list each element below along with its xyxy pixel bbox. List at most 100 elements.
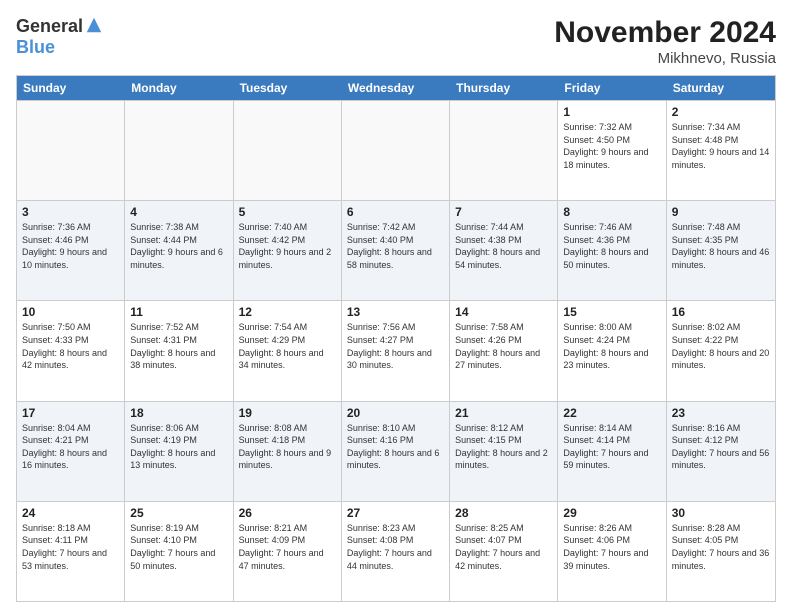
header-day-tuesday: Tuesday [234,76,342,100]
day-info: Sunrise: 7:48 AM Sunset: 4:35 PM Dayligh… [672,221,770,271]
day-info: Sunrise: 7:38 AM Sunset: 4:44 PM Dayligh… [130,221,227,271]
calendar-cell: 4 Sunrise: 7:38 AM Sunset: 4:44 PM Daylig… [125,201,233,300]
calendar-week-1: 1 Sunrise: 7:32 AM Sunset: 4:50 PM Daylig… [17,100,775,200]
calendar-cell [17,101,125,200]
day-info: Sunrise: 7:42 AM Sunset: 4:40 PM Dayligh… [347,221,444,271]
day-info: Sunrise: 7:34 AM Sunset: 4:48 PM Dayligh… [672,121,770,171]
calendar-cell: 30Sunrise: 8:28 AM Sunset: 4:05 PM Dayli… [667,502,775,601]
day-number: 19 [239,406,336,420]
calendar-week-3: 10 Sunrise: 7:50 AM Sunset: 4:33 PM Dayli… [17,300,775,400]
calendar-cell: 26 Sunrise: 8:21 AM Sunset: 4:09 PM Dayli… [234,502,342,601]
logo: General Blue [16,16,103,58]
day-number: 23 [672,406,770,420]
day-info: Sunrise: 8:26 AM Sunset: 4:06 PM Dayligh… [563,522,660,572]
logo-general-text: General [16,16,83,37]
calendar-cell: 11 Sunrise: 7:52 AM Sunset: 4:31 PM Dayli… [125,301,233,400]
calendar-cell: 24 Sunrise: 8:18 AM Sunset: 4:11 PM Dayli… [17,502,125,601]
calendar-cell: 8 Sunrise: 7:46 AM Sunset: 4:36 PM Daylig… [558,201,666,300]
day-number: 3 [22,205,119,219]
calendar-header: SundayMondayTuesdayWednesdayThursdayFrid… [17,76,775,100]
day-info: Sunrise: 8:06 AM Sunset: 4:19 PM Dayligh… [130,422,227,472]
day-number: 1 [563,105,660,119]
calendar-cell: 7 Sunrise: 7:44 AM Sunset: 4:38 PM Daylig… [450,201,558,300]
calendar-cell: 1 Sunrise: 7:32 AM Sunset: 4:50 PM Daylig… [558,101,666,200]
day-number: 24 [22,506,119,520]
day-number: 8 [563,205,660,219]
day-info: Sunrise: 8:10 AM Sunset: 4:16 PM Dayligh… [347,422,444,472]
day-number: 16 [672,305,770,319]
calendar-cell: 25Sunrise: 8:19 AM Sunset: 4:10 PM Dayli… [125,502,233,601]
day-info: Sunrise: 7:50 AM Sunset: 4:33 PM Dayligh… [22,321,119,371]
calendar-cell: 28 Sunrise: 8:25 AM Sunset: 4:07 PM Dayli… [450,502,558,601]
day-number: 21 [455,406,552,420]
day-number: 30 [672,506,770,520]
day-number: 6 [347,205,444,219]
calendar-cell: 18 Sunrise: 8:06 AM Sunset: 4:19 PM Dayli… [125,402,233,501]
day-info: Sunrise: 7:46 AM Sunset: 4:36 PM Dayligh… [563,221,660,271]
day-number: 14 [455,305,552,319]
calendar-cell: 27 Sunrise: 8:23 AM Sunset: 4:08 PM Dayli… [342,502,450,601]
calendar: SundayMondayTuesdayWednesdayThursdayFrid… [16,75,776,602]
day-number: 20 [347,406,444,420]
calendar-week-5: 24 Sunrise: 8:18 AM Sunset: 4:11 PM Dayli… [17,501,775,601]
day-number: 4 [130,205,227,219]
header-day-wednesday: Wednesday [342,76,450,100]
day-number: 27 [347,506,444,520]
day-info: Sunrise: 8:18 AM Sunset: 4:11 PM Dayligh… [22,522,119,572]
day-number: 7 [455,205,552,219]
calendar-week-4: 17Sunrise: 8:04 AM Sunset: 4:21 PM Dayli… [17,401,775,501]
day-info: Sunrise: 8:12 AM Sunset: 4:15 PM Dayligh… [455,422,552,472]
calendar-cell: 16 Sunrise: 8:02 AM Sunset: 4:22 PM Dayli… [667,301,775,400]
day-number: 5 [239,205,336,219]
day-number: 12 [239,305,336,319]
day-number: 9 [672,205,770,219]
logo-blue-text: Blue [16,37,55,58]
day-info: Sunrise: 7:44 AM Sunset: 4:38 PM Dayligh… [455,221,552,271]
calendar-cell [450,101,558,200]
header-day-thursday: Thursday [450,76,558,100]
day-info: Sunrise: 8:08 AM Sunset: 4:18 PM Dayligh… [239,422,336,472]
header: General Blue November 2024 Mikhnevo, Rus… [16,16,776,67]
day-number: 18 [130,406,227,420]
day-number: 13 [347,305,444,319]
calendar-cell: 29 Sunrise: 8:26 AM Sunset: 4:06 PM Dayli… [558,502,666,601]
day-info: Sunrise: 8:02 AM Sunset: 4:22 PM Dayligh… [672,321,770,371]
location: Mikhnevo, Russia [554,50,776,67]
page: General Blue November 2024 Mikhnevo, Rus… [0,0,792,612]
day-number: 11 [130,305,227,319]
day-info: Sunrise: 7:36 AM Sunset: 4:46 PM Dayligh… [22,221,119,271]
day-info: Sunrise: 8:21 AM Sunset: 4:09 PM Dayligh… [239,522,336,572]
calendar-cell: 19 Sunrise: 8:08 AM Sunset: 4:18 PM Dayli… [234,402,342,501]
calendar-cell [125,101,233,200]
day-number: 22 [563,406,660,420]
calendar-cell: 6 Sunrise: 7:42 AM Sunset: 4:40 PM Daylig… [342,201,450,300]
month-title: November 2024 [554,16,776,50]
calendar-cell: 10 Sunrise: 7:50 AM Sunset: 4:33 PM Dayli… [17,301,125,400]
day-number: 26 [239,506,336,520]
calendar-cell: 2Sunrise: 7:34 AM Sunset: 4:48 PM Daylig… [667,101,775,200]
day-info: Sunrise: 8:23 AM Sunset: 4:08 PM Dayligh… [347,522,444,572]
calendar-cell: 23 Sunrise: 8:16 AM Sunset: 4:12 PM Dayli… [667,402,775,501]
day-number: 10 [22,305,119,319]
day-number: 28 [455,506,552,520]
day-info: Sunrise: 8:19 AM Sunset: 4:10 PM Dayligh… [130,522,227,572]
day-info: Sunrise: 7:56 AM Sunset: 4:27 PM Dayligh… [347,321,444,371]
header-day-friday: Friday [558,76,666,100]
day-number: 29 [563,506,660,520]
calendar-body: 1 Sunrise: 7:32 AM Sunset: 4:50 PM Daylig… [17,100,775,601]
day-info: Sunrise: 8:25 AM Sunset: 4:07 PM Dayligh… [455,522,552,572]
day-info: Sunrise: 8:16 AM Sunset: 4:12 PM Dayligh… [672,422,770,472]
header-day-saturday: Saturday [667,76,775,100]
calendar-cell: 14 Sunrise: 7:58 AM Sunset: 4:26 PM Dayli… [450,301,558,400]
day-info: Sunrise: 7:58 AM Sunset: 4:26 PM Dayligh… [455,321,552,371]
day-info: Sunrise: 8:14 AM Sunset: 4:14 PM Dayligh… [563,422,660,472]
calendar-cell: 5Sunrise: 7:40 AM Sunset: 4:42 PM Daylig… [234,201,342,300]
day-info: Sunrise: 7:32 AM Sunset: 4:50 PM Dayligh… [563,121,660,171]
header-day-sunday: Sunday [17,76,125,100]
calendar-cell: 13 Sunrise: 7:56 AM Sunset: 4:27 PM Dayli… [342,301,450,400]
calendar-cell [234,101,342,200]
calendar-cell: 12Sunrise: 7:54 AM Sunset: 4:29 PM Dayli… [234,301,342,400]
day-info: Sunrise: 7:52 AM Sunset: 4:31 PM Dayligh… [130,321,227,371]
calendar-cell: 15Sunrise: 8:00 AM Sunset: 4:24 PM Dayli… [558,301,666,400]
calendar-cell: 3 Sunrise: 7:36 AM Sunset: 4:46 PM Daylig… [17,201,125,300]
